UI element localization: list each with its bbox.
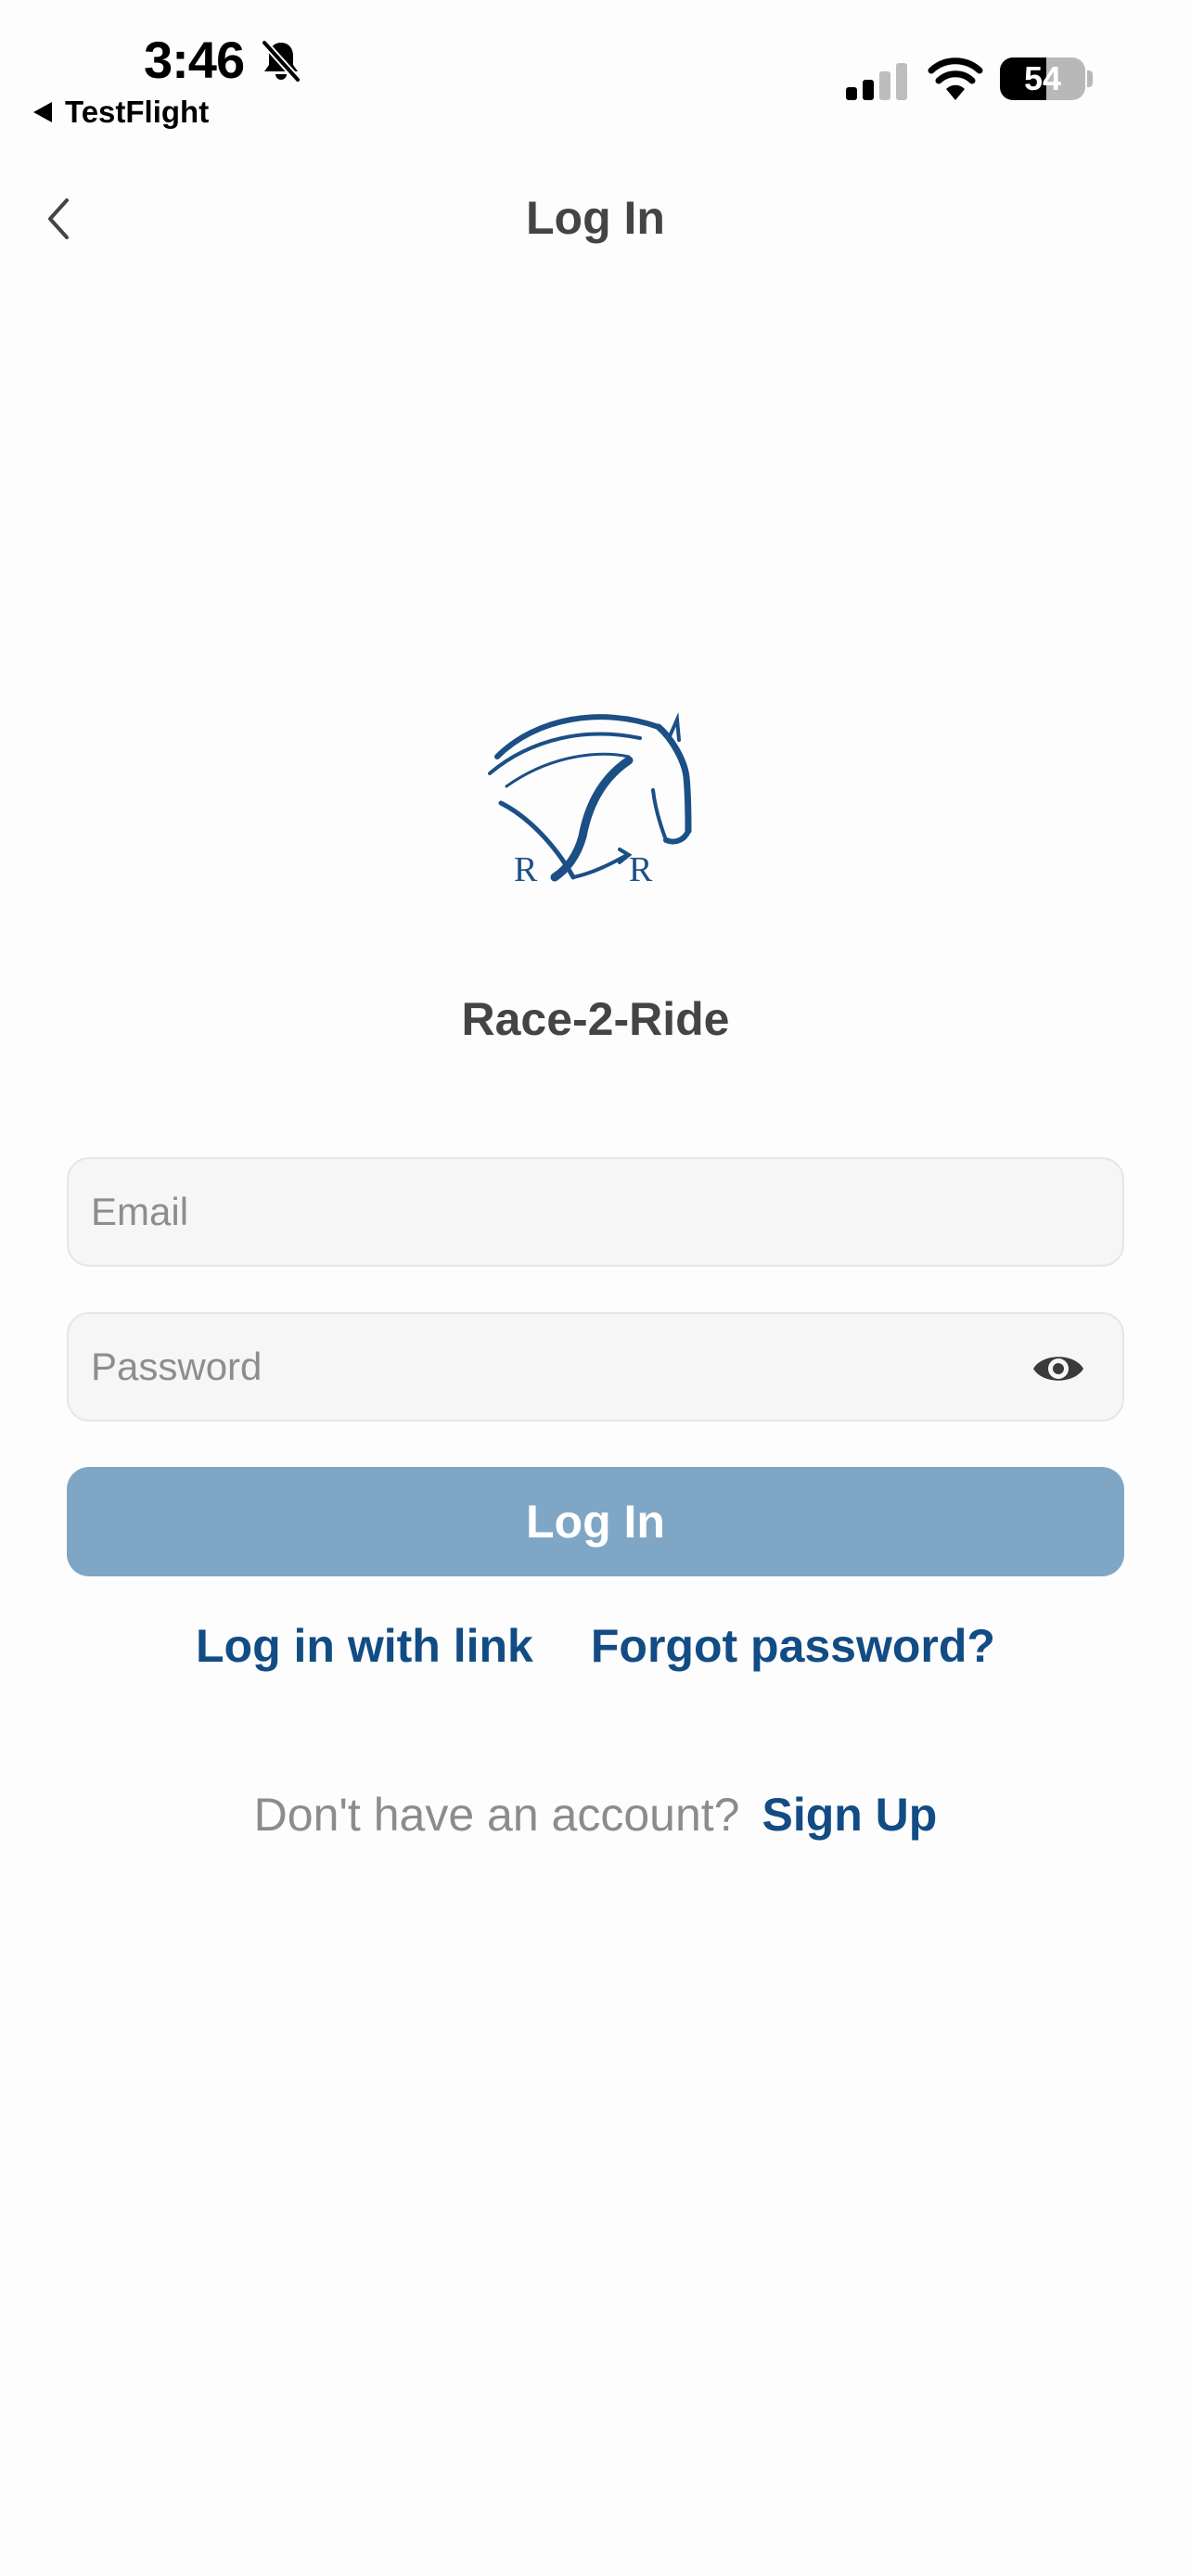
login-button[interactable]: Log In [67,1467,1124,1576]
svg-text:R: R [514,850,538,889]
back-app-label: TestFlight [65,95,210,129]
wifi-icon [928,57,983,100]
email-field-container [67,1157,1124,1267]
battery-icon: 54 [1000,57,1085,100]
bell-slash-icon [261,39,301,83]
back-to-app-link[interactable]: TestFlight [33,95,209,130]
app-name: Race-2-Ride [461,993,730,1045]
svg-text:R: R [629,850,653,889]
auth-links: Log in with link Forgot password? [0,1619,1191,1673]
password-field[interactable] [69,1313,1122,1421]
eye-icon[interactable] [1031,1345,1085,1392]
cellular-signal-icon [846,63,907,100]
sign-up-link[interactable]: Sign Up [762,1788,937,1842]
email-field[interactable] [69,1158,1122,1266]
battery-percent: 54 [1023,59,1062,97]
signup-prompt: Don't have an account? [253,1789,740,1841]
back-triangle-icon [33,102,52,122]
login-with-link-button[interactable]: Log in with link [196,1619,533,1673]
forgot-password-link[interactable]: Forgot password? [591,1619,995,1673]
login-screen: 3:46 TestFlight 54 Log In R R Race-2-Rid… [0,0,1191,2576]
status-time: 3:46 [144,31,245,89]
horse-head-logo: R R [488,712,692,889]
page-title: Log In [526,192,665,244]
password-field-container [67,1312,1124,1422]
battery-nub [1087,70,1093,87]
signup-row: Don't have an account? Sign Up [0,1788,1191,1842]
